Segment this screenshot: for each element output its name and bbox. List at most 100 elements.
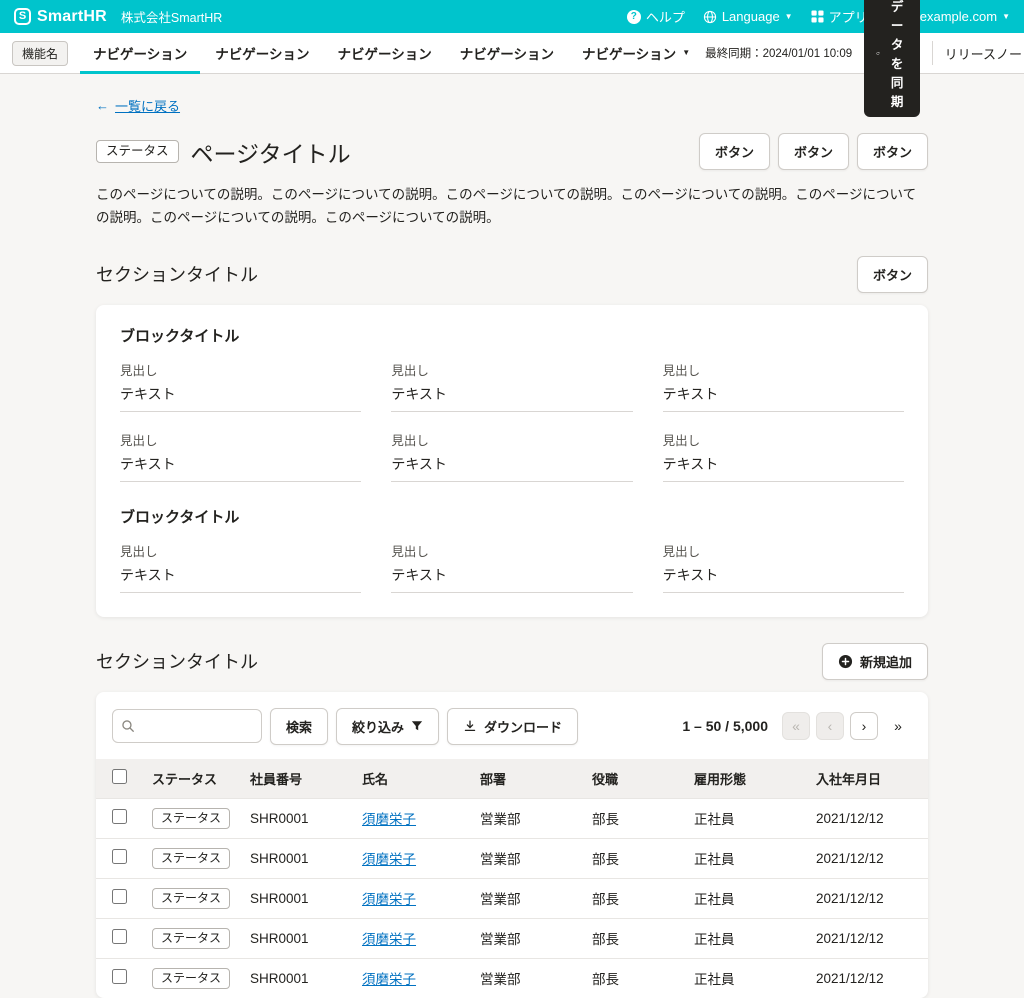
definition-label: 見出し <box>391 541 632 560</box>
row-status-badge: ステータス <box>152 808 230 829</box>
employee-name-link[interactable]: 須磨栄子 <box>362 892 416 907</box>
employee-name-link[interactable]: 須磨栄子 <box>362 932 416 947</box>
search-button[interactable]: 検索 <box>270 708 328 745</box>
definition-label: 見出し <box>391 430 632 449</box>
info-block-1: ブロックタイトル 見出し テキスト 見出し テキスト 見出し テキスト <box>120 325 904 482</box>
download-button[interactable]: ダウンロード <box>447 708 578 745</box>
employee-table: ステータス 社員番号 氏名 部署 役職 雇用形態 入社年月日 ステータス SHR… <box>96 759 928 998</box>
cell-joined-date: 2021/12/12 <box>806 878 928 918</box>
main-content: 一覧に戻る ステータス ページタイトル ボタン ボタン ボタン このページについ… <box>0 74 1024 998</box>
nav-item-1[interactable]: ナビゲーション <box>80 33 200 74</box>
table-row: ステータス SHR0001 須磨栄子 営業部 部長 正社員 2021/12/12 <box>96 798 928 838</box>
column-header-department: 部署 <box>470 759 582 799</box>
cell-department: 営業部 <box>470 838 582 878</box>
row-checkbox[interactable] <box>112 969 127 984</box>
section-title: セクションタイトル <box>96 261 258 287</box>
definition-value: テキスト <box>663 384 904 412</box>
overview-section-header: セクションタイトル ボタン <box>96 256 928 293</box>
definition-value: テキスト <box>120 565 361 593</box>
cell-joined-date: 2021/12/12 <box>806 958 928 998</box>
download-icon <box>463 719 477 733</box>
page-action-button-2[interactable]: ボタン <box>778 133 849 170</box>
nav-right: 最終同期：2024/01/01 10:09 データを同期 リリースノート <box>705 0 1024 117</box>
smarthr-logo[interactable]: SmartHR <box>14 8 107 26</box>
pagination-next-button[interactable] <box>850 712 878 740</box>
back-to-list-link[interactable]: 一覧に戻る <box>96 96 180 115</box>
nav-item-label: ナビゲーション <box>460 43 554 63</box>
section-title: セクションタイトル <box>96 648 258 674</box>
nav-item-4[interactable]: ナビゲーション <box>447 33 567 74</box>
page-actions: ボタン ボタン ボタン <box>699 133 928 170</box>
pagination-first-button <box>782 712 810 740</box>
definition-item: 見出し テキスト <box>120 360 361 412</box>
table-toolbar: 検索 絞り込み ダウンロード <box>112 708 912 745</box>
release-notes-menu[interactable]: リリースノート <box>945 44 1024 63</box>
sync-data-button[interactable]: データを同期 <box>864 0 920 117</box>
pagination-last-button[interactable] <box>884 712 912 740</box>
status-badge: ステータス <box>96 140 179 164</box>
help-link[interactable]: ヘルプ <box>627 7 685 26</box>
table-header-row: ステータス 社員番号 氏名 部署 役職 雇用形態 入社年月日 <box>96 759 928 799</box>
table-row: ステータス SHR0001 須磨栄子 営業部 部長 正社員 2021/12/12 <box>96 958 928 998</box>
pagination: 1 – 50 / 5,000 <box>682 712 912 740</box>
column-header-employment-type: 雇用形態 <box>684 759 806 799</box>
page-title: ページタイトル <box>191 135 351 169</box>
add-new-button[interactable]: 新規追加 <box>822 643 928 680</box>
row-checkbox[interactable] <box>112 809 127 824</box>
definition-label: 見出し <box>663 430 904 449</box>
definition-value: テキスト <box>391 384 632 412</box>
table-row: ステータス SHR0001 須磨栄子 営業部 部長 正社員 2021/12/12 <box>96 918 928 958</box>
employee-table-card: 検索 絞り込み ダウンロード <box>96 692 928 998</box>
definition-label: 見出し <box>120 430 361 449</box>
cell-employment-type: 正社員 <box>684 878 806 918</box>
filter-funnel-icon <box>411 720 423 732</box>
page-action-button-3[interactable]: ボタン <box>857 133 928 170</box>
cell-employee-no: SHR0001 <box>240 798 352 838</box>
page-title-row: ステータス ページタイトル ボタン ボタン ボタン <box>96 133 928 170</box>
select-all-checkbox[interactable] <box>112 769 127 784</box>
definition-item: 見出し テキスト <box>663 430 904 482</box>
nav-item-label: ナビゲーション <box>215 43 309 63</box>
app-nav: 機能名 ナビゲーション ナビゲーション ナビゲーション ナビゲーション ナビゲー… <box>0 33 1024 74</box>
nav-item-label: ナビゲーション <box>93 43 187 63</box>
definition-value: テキスト <box>391 454 632 482</box>
cell-position: 部長 <box>582 878 684 918</box>
section-action-button[interactable]: ボタン <box>857 256 928 293</box>
cell-position: 部長 <box>582 958 684 998</box>
nav-item-2[interactable]: ナビゲーション <box>202 33 322 74</box>
table-row: ステータス SHR0001 須磨栄子 営業部 部長 正社員 2021/12/12 <box>96 838 928 878</box>
column-header-joined-date: 入社年月日 <box>806 759 928 799</box>
cell-department: 営業部 <box>470 958 582 998</box>
filter-button[interactable]: 絞り込み <box>336 708 439 745</box>
employee-name-link[interactable]: 須磨栄子 <box>362 852 416 867</box>
row-checkbox[interactable] <box>112 929 127 944</box>
cell-employee-no: SHR0001 <box>240 958 352 998</box>
definition-value: テキスト <box>120 454 361 482</box>
download-label: ダウンロード <box>484 717 562 736</box>
definition-item: 見出し テキスト <box>391 430 632 482</box>
filter-button-label: 絞り込み <box>352 717 404 736</box>
definition-label: 見出し <box>663 360 904 379</box>
release-notes-label: リリースノート <box>945 44 1024 63</box>
row-checkbox[interactable] <box>112 849 127 864</box>
cell-employee-no: SHR0001 <box>240 878 352 918</box>
row-checkbox[interactable] <box>112 889 127 904</box>
cell-employment-type: 正社員 <box>684 838 806 878</box>
cell-joined-date: 2021/12/12 <box>806 918 928 958</box>
company-name: 株式会社SmartHR <box>121 7 222 26</box>
cell-position: 部長 <box>582 798 684 838</box>
cell-position: 部長 <box>582 838 684 878</box>
definition-item: 見出し テキスト <box>663 360 904 412</box>
cell-joined-date: 2021/12/12 <box>806 838 928 878</box>
definition-item: 見出し テキスト <box>391 541 632 593</box>
row-status-badge: ステータス <box>152 848 230 869</box>
page-action-button-1[interactable]: ボタン <box>699 133 770 170</box>
employee-name-link[interactable]: 須磨栄子 <box>362 812 416 827</box>
back-link-label: 一覧に戻る <box>115 96 180 115</box>
nav-item-label: ナビゲーション <box>582 43 676 63</box>
cell-employment-type: 正社員 <box>684 798 806 838</box>
cell-department: 営業部 <box>470 878 582 918</box>
nav-item-3[interactable]: ナビゲーション <box>324 33 444 74</box>
employee-name-link[interactable]: 須磨栄子 <box>362 972 416 987</box>
nav-item-5-dropdown[interactable]: ナビゲーション <box>569 33 703 74</box>
